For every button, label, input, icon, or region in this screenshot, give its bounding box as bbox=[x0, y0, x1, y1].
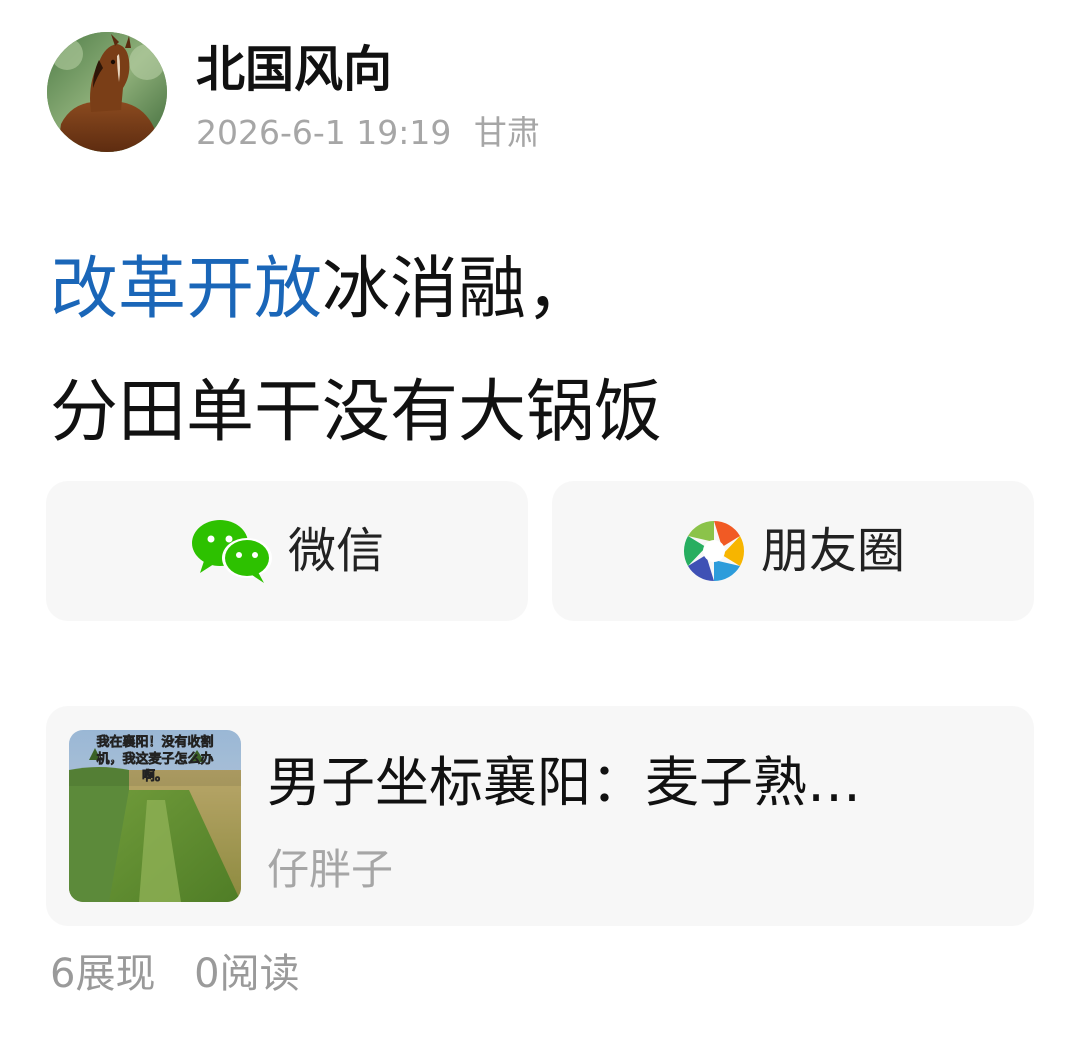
linked-video-card[interactable]: 我在襄阳！没有收割 机，我这麦子怎么办 啊。 男子坐标襄阳：麦子熟… 仔胖子 bbox=[46, 706, 1034, 926]
video-title[interactable]: 男子坐标襄阳：麦子熟… bbox=[267, 750, 967, 816]
post-line-2: 分田单干没有大锅饭 bbox=[50, 373, 663, 452]
post-line-1-text: 冰消融， bbox=[322, 250, 595, 329]
topic-link[interactable]: 改革开放 bbox=[50, 250, 322, 329]
share-wechat-label: 微信 bbox=[287, 523, 384, 579]
share-moments-button[interactable]: 朋友圈 bbox=[552, 481, 1034, 621]
post-line-1: 改革开放冰消融， bbox=[50, 228, 662, 351]
share-wechat-button[interactable]: 微信 bbox=[46, 481, 528, 621]
post-location: 甘肃 bbox=[473, 113, 540, 152]
post-text: 改革开放冰消融， 分田单干没有大锅饭 bbox=[50, 228, 662, 474]
post-meta: 2026-6-1 19:19 甘肃 bbox=[196, 112, 540, 154]
share-moments-label: 朋友圈 bbox=[760, 523, 905, 579]
thumb-caption-line3: 啊。 bbox=[142, 769, 168, 784]
horse-avatar-icon bbox=[47, 32, 167, 152]
video-thumbnail: 我在襄阳！没有收割 机，我这麦子怎么办 啊。 bbox=[69, 730, 241, 902]
post-timestamp: 2026-6-1 19:19 bbox=[196, 113, 452, 152]
thumb-caption-line2: 机，我这麦子怎么办 bbox=[96, 751, 213, 767]
wechat-icon bbox=[191, 520, 272, 583]
impressions-count: 6展现 bbox=[50, 951, 156, 997]
reads-count: 0阅读 bbox=[194, 951, 300, 997]
moments-icon bbox=[683, 521, 745, 581]
thumb-caption-line1: 我在襄阳！没有收割 bbox=[96, 734, 213, 750]
post-stats: 6展现 0阅读 bbox=[50, 946, 300, 1002]
author-name[interactable]: 北国风向 bbox=[196, 40, 392, 100]
avatar[interactable] bbox=[47, 32, 167, 152]
video-source: 仔胖子 bbox=[267, 845, 394, 894]
